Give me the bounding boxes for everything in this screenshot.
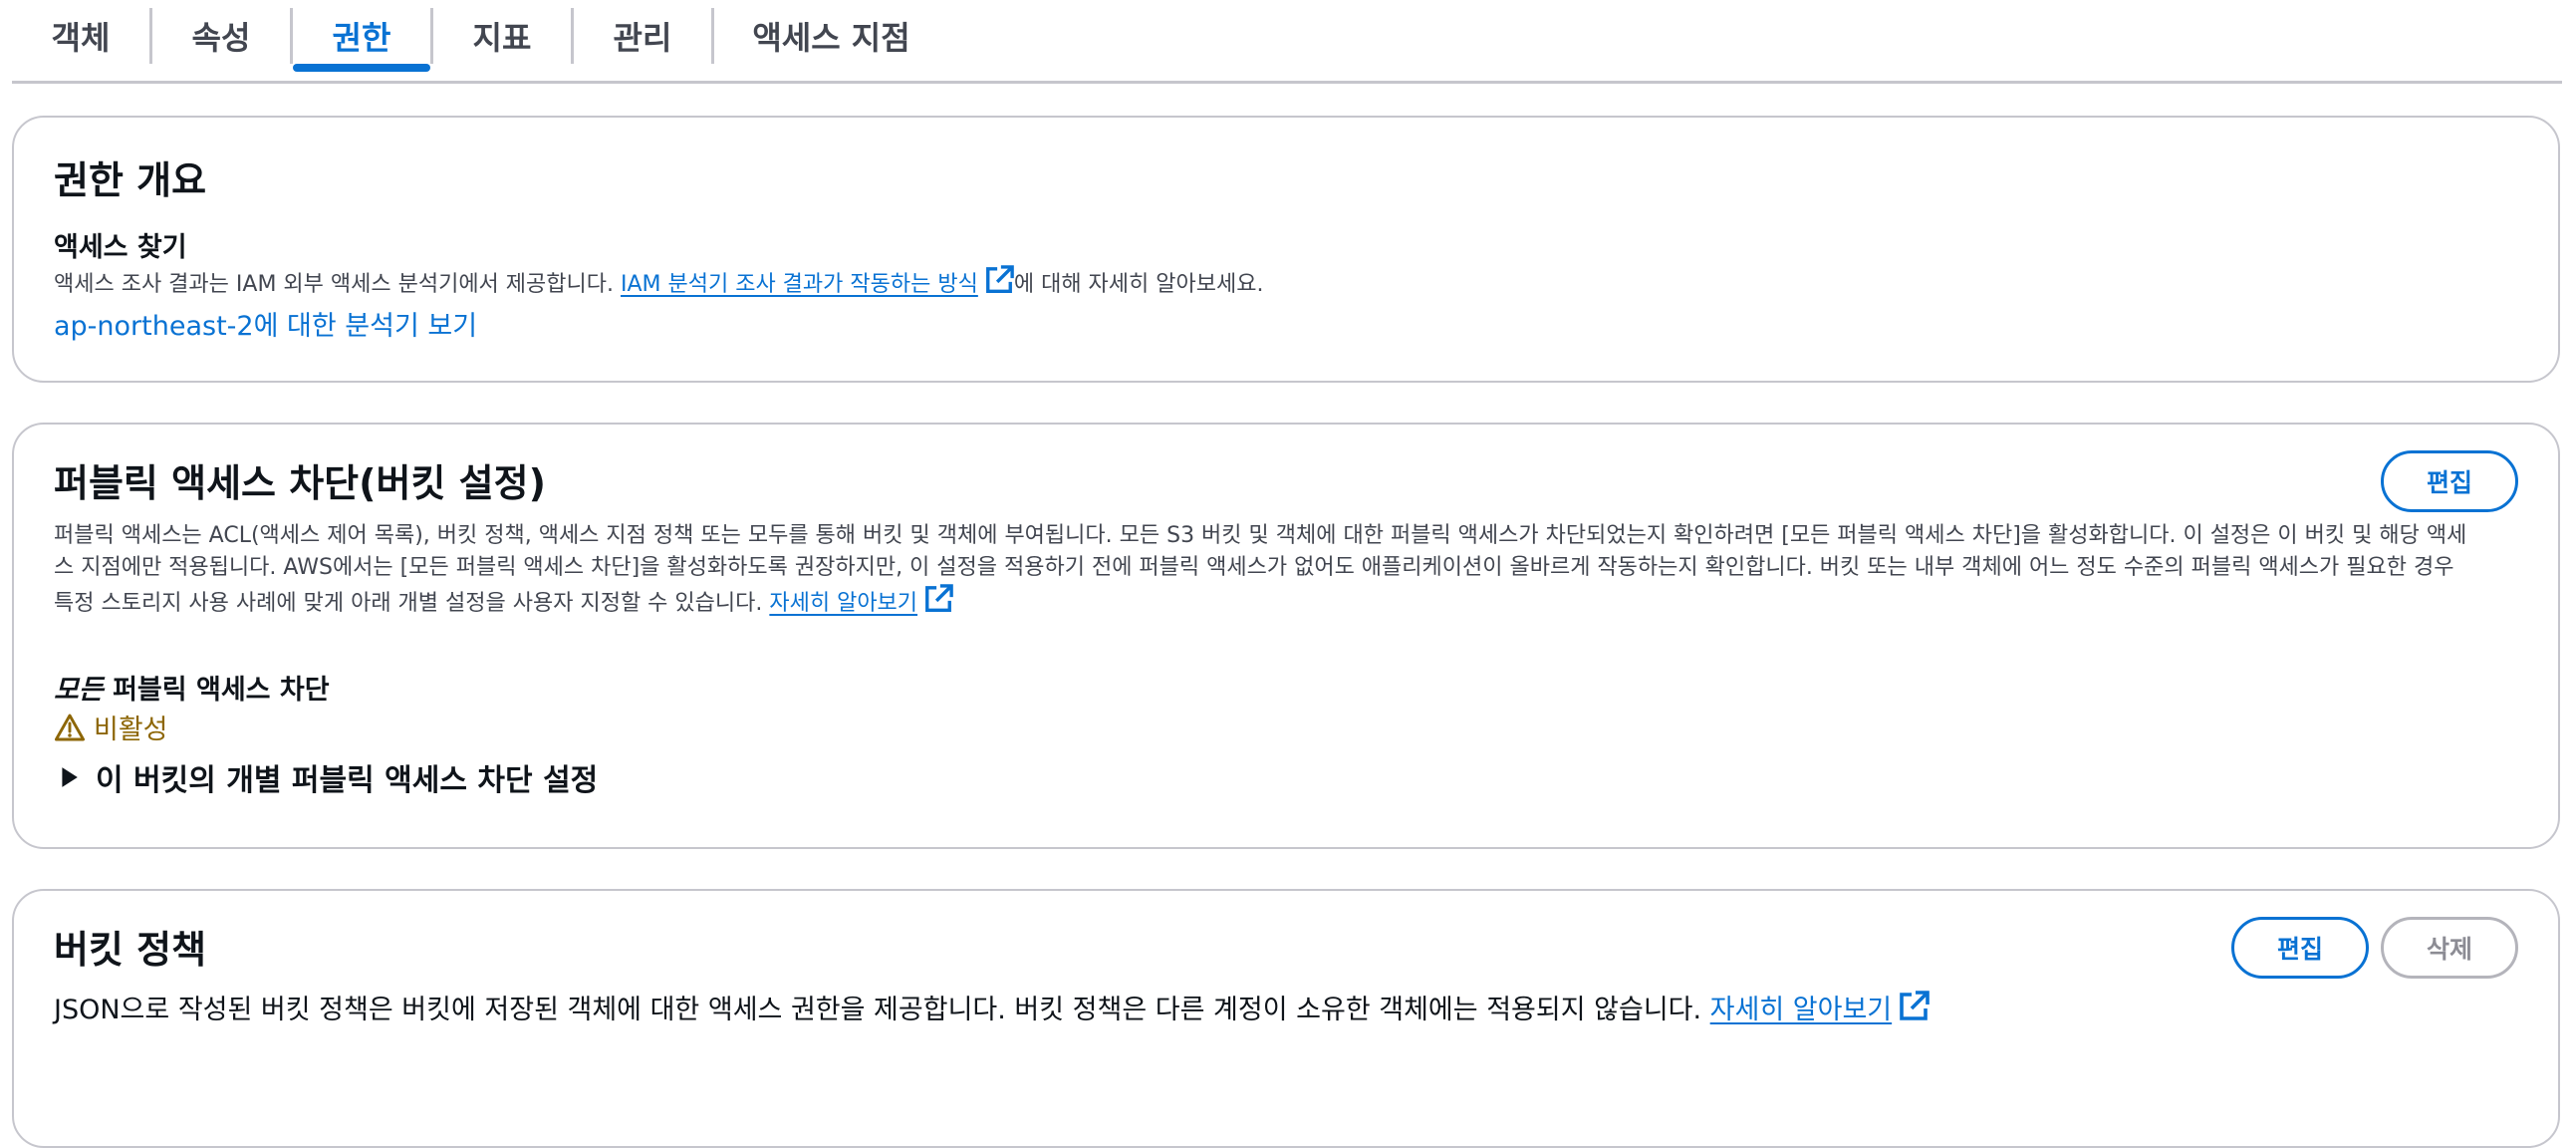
external-link-icon — [985, 265, 1014, 293]
tab-management[interactable]: 관리 — [574, 6, 711, 66]
active-tab-indicator — [293, 64, 430, 72]
tab-bar: 객체 속성 권한 지표 관리 액세스 지점 — [12, 0, 2562, 84]
edit-bucket-policy-button[interactable]: 편집 — [2231, 917, 2369, 979]
tab-label: 액세스 지점 — [752, 19, 910, 57]
caret-right-icon — [62, 767, 78, 787]
edit-public-access-button[interactable]: 편집 — [2381, 450, 2518, 512]
access-finding-description: 액세스 조사 결과는 IAM 외부 액세스 분석기에서 제공합니다. IAM 분… — [54, 265, 1263, 301]
block-all-public-access-label: 모든 퍼블릭 액세스 차단 — [54, 668, 330, 707]
tab-label: 관리 — [613, 19, 672, 57]
tab-access-points[interactable]: 액세스 지점 — [714, 6, 948, 66]
description-text: 에 대해 자세히 알아보세요. — [1013, 272, 1264, 297]
view-analyzer-link[interactable]: ap-northeast-2에 대한 분석기 보기 — [54, 304, 477, 343]
tab-metrics[interactable]: 지표 — [433, 6, 571, 66]
external-link-icon — [925, 584, 953, 612]
emphasis-text: 모든 — [54, 675, 104, 706]
tab-label: 속성 — [191, 19, 251, 57]
tab-objects[interactable]: 객체 — [12, 6, 149, 66]
status-text: 비활성 — [94, 715, 168, 745]
external-link-icon — [1900, 991, 1930, 1020]
public-access-description-line3: 특정 스토리지 사용 사례에 맞게 아래 개별 설정을 사용자 지정할 수 있습… — [54, 584, 953, 620]
access-finding-heading: 액세스 찾기 — [54, 232, 187, 263]
tab-label: 권한 — [332, 19, 391, 57]
learn-more-link[interactable]: 자세히 알아보기 — [769, 591, 917, 616]
tab-label: 지표 — [472, 19, 532, 57]
delete-bucket-policy-button[interactable]: 삭제 — [2381, 917, 2518, 979]
individual-settings-expander[interactable]: 이 버킷의 개별 퍼블릭 액세스 차단 설정 — [58, 755, 598, 799]
status-badge: 비활성 — [54, 708, 168, 746]
tab-label: 객체 — [51, 19, 111, 57]
panel-title: 퍼블릭 액세스 차단(버킷 설정) — [54, 461, 546, 505]
bucket-policy-description: JSON으로 작성된 버킷 정책은 버킷에 저장된 객체에 대한 액세스 권한을… — [54, 991, 1930, 1028]
iam-analyzer-docs-link[interactable]: IAM 분석기 조사 결과가 작동하는 방식 — [621, 272, 978, 297]
warning-icon — [54, 714, 86, 740]
panel-title: 버킷 정책 — [54, 928, 207, 972]
public-access-description-line1: 퍼블릭 액세스는 ACL(액세스 제어 목록), 버킷 정책, 액세스 지점 정… — [54, 523, 2467, 548]
bucket-policy-panel: 버킷 정책 편집 삭제 JSON으로 작성된 버킷 정책은 버킷에 저장된 객체… — [12, 889, 2560, 1148]
tab-properties[interactable]: 속성 — [152, 6, 290, 66]
label-text: 퍼블릭 액세스 차단 — [103, 675, 330, 706]
description-text: 액세스 조사 결과는 IAM 외부 액세스 분석기에서 제공합니다. — [54, 272, 621, 297]
panel-title: 권한 개요 — [54, 158, 207, 202]
description-text: 특정 스토리지 사용 사례에 맞게 아래 개별 설정을 사용자 지정할 수 있습… — [54, 591, 770, 616]
tab-permissions[interactable]: 권한 — [293, 6, 430, 72]
expander-label: 이 버킷의 개별 퍼블릭 액세스 차단 설정 — [96, 763, 599, 798]
description-text: JSON으로 작성된 버킷 정책은 버킷에 저장된 객체에 대한 액세스 권한을… — [54, 995, 1710, 1025]
learn-more-link[interactable]: 자세히 알아보기 — [1710, 995, 1892, 1025]
public-access-description-line2: 스 지점에만 적용됩니다. AWS에서는 [모든 퍼블릭 액세스 차단]을 활성… — [54, 555, 2454, 580]
permissions-overview-panel: 권한 개요 액세스 찾기 액세스 조사 결과는 IAM 외부 액세스 분석기에서… — [12, 116, 2560, 383]
block-public-access-panel: 퍼블릭 액세스 차단(버킷 설정) 편집 퍼블릭 액세스는 ACL(액세스 제어… — [12, 423, 2560, 849]
